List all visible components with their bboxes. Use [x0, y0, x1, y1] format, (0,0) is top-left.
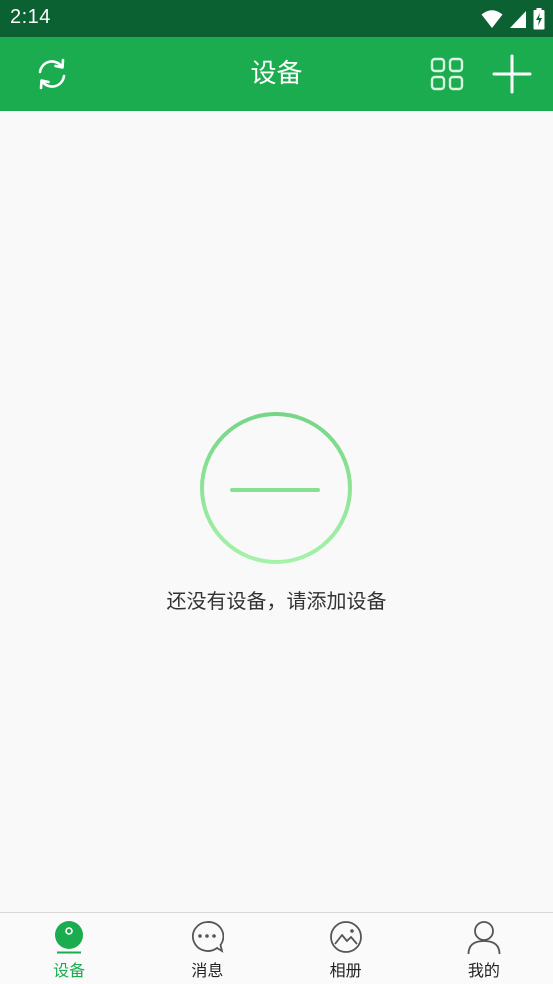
battery-charging-icon: [533, 8, 545, 30]
tab-devices[interactable]: 设备: [0, 913, 138, 984]
tab-label: 消息: [191, 961, 224, 980]
tab-label: 设备: [53, 961, 86, 980]
add-device-circle-button[interactable]: [199, 411, 353, 565]
add-icon: [492, 54, 532, 94]
empty-state-message: 还没有设备，请添加设备: [166, 589, 387, 613]
tab-profile[interactable]: 我的: [415, 913, 553, 984]
cell-signal-icon: [510, 11, 526, 28]
tab-messages[interactable]: 消息: [138, 913, 276, 984]
bottom-tab-bar: 设备 消息 相册 我的: [0, 912, 553, 984]
device-icon: [55, 921, 84, 954]
app-bar: 设备: [0, 37, 553, 111]
add-device-button[interactable]: [488, 37, 536, 111]
message-icon: [192, 921, 225, 953]
tab-album[interactable]: 相册: [277, 913, 415, 984]
status-bar: 2:14: [0, 0, 553, 37]
wifi-icon: [481, 10, 503, 28]
device-list-area: 还没有设备，请添加设备: [0, 111, 553, 912]
tab-label: 相册: [329, 961, 362, 980]
status-time: 2:14: [10, 6, 51, 28]
album-icon: [329, 921, 362, 953]
add-circle-icon: [200, 412, 352, 564]
profile-icon: [467, 921, 501, 954]
refresh-icon: [38, 58, 66, 90]
status-icons: [481, 7, 545, 31]
tab-label: 我的: [467, 961, 500, 980]
grid-view-icon: [430, 57, 464, 91]
page-title: 设备: [250, 59, 303, 89]
grid-view-button[interactable]: [426, 37, 468, 111]
refresh-button[interactable]: [28, 37, 76, 111]
